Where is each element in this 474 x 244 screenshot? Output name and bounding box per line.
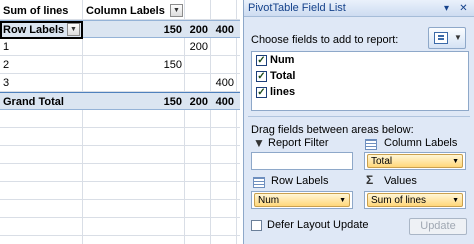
pivottable-field-list: PivotTable Field List ▾ ✕ Choose fields … — [243, 0, 474, 244]
pivot-table: Sum of lines Column Labels ▼ Row Labels … — [0, 0, 240, 244]
chevron-down-icon: ▼ — [70, 26, 77, 33]
value-cell[interactable]: 200 — [184, 38, 208, 56]
column-labels-filter-button[interactable]: ▼ — [170, 4, 183, 17]
field-list-title: PivotTable Field List — [248, 2, 346, 14]
pane-divider[interactable] — [248, 116, 470, 120]
row-label[interactable]: 2 — [3, 56, 9, 74]
row-labels-filter-button[interactable]: ▼ — [67, 23, 80, 36]
empty-row — [0, 146, 240, 164]
row-labels-area-label: Row Labels — [271, 175, 329, 187]
report-filter-label: Report Filter — [268, 137, 329, 149]
defer-layout-checkbox[interactable] — [251, 220, 262, 231]
pivot-caption-row: Sum of lines Column Labels ▼ — [0, 2, 240, 20]
values-area[interactable]: Sum of lines ▼ — [364, 191, 466, 209]
column-header[interactable]: 400 — [210, 21, 234, 39]
pivot-row: 1 200 — [0, 38, 240, 56]
value-cell[interactable]: 150 — [140, 56, 182, 74]
field-list-layout-button[interactable]: ▼ — [428, 27, 466, 49]
grand-total-value[interactable]: 200 — [184, 93, 208, 111]
field-list-title-bar[interactable]: PivotTable Field List ▾ ✕ — [244, 0, 474, 17]
empty-row — [0, 200, 240, 218]
value-cell[interactable]: 400 — [210, 74, 234, 92]
chevron-down-icon: ▼ — [339, 197, 346, 204]
column-labels-icon — [365, 139, 377, 150]
chevron-down-icon: ▼ — [452, 197, 459, 204]
defer-layout-label: Defer Layout Update — [267, 219, 369, 231]
chevron-down-icon: ▼ — [452, 158, 459, 165]
field-checkbox[interactable]: ✓ — [256, 55, 267, 66]
layout-icon — [434, 32, 448, 44]
column-labels-area[interactable]: Total ▼ — [364, 152, 466, 170]
value-cell[interactable] — [210, 38, 234, 56]
empty-row — [0, 110, 240, 128]
values-caption[interactable]: Sum of lines — [3, 2, 68, 20]
field-name: Total — [270, 70, 296, 82]
grand-total-label[interactable]: Grand Total — [3, 93, 64, 111]
empty-row — [0, 128, 240, 146]
pivot-row: 3 400 — [0, 74, 240, 92]
value-cell[interactable] — [140, 74, 182, 92]
empty-row — [0, 164, 240, 182]
column-field-button[interactable]: Total ▼ — [367, 154, 463, 168]
pivot-row: 2 150 — [0, 56, 240, 74]
row-labels-area[interactable]: Num ▼ — [251, 191, 353, 209]
value-cell[interactable] — [140, 38, 182, 56]
sigma-icon: Σ — [366, 173, 374, 187]
field-checkbox[interactable]: ✓ — [256, 71, 267, 82]
empty-row — [0, 182, 240, 200]
value-cell[interactable] — [184, 74, 208, 92]
column-field-label: Total — [371, 156, 393, 167]
column-labels-header[interactable]: Column Labels — [86, 2, 165, 20]
update-button[interactable]: Update — [409, 218, 467, 235]
choose-fields-label: Choose fields to add to report: — [251, 34, 399, 46]
values-field-button[interactable]: Sum of lines ▼ — [367, 193, 463, 207]
value-cell[interactable] — [210, 56, 234, 74]
row-labels-header[interactable]: Row Labels — [3, 21, 64, 39]
values-field-label: Sum of lines — [371, 195, 427, 206]
field-name: lines — [270, 86, 296, 98]
close-icon[interactable]: ✕ — [457, 2, 470, 15]
row-field-label: Num — [258, 195, 280, 206]
field-checkbox[interactable]: ✓ — [256, 87, 267, 98]
drag-fields-label: Drag fields between areas below: — [251, 124, 414, 136]
grand-total-value[interactable]: 400 — [210, 93, 234, 111]
chevron-down-icon: ▼ — [173, 7, 180, 14]
row-label[interactable]: 3 — [3, 74, 9, 92]
filter-icon: ▼ — [253, 136, 265, 150]
report-filter-area[interactable] — [251, 152, 353, 170]
column-header[interactable]: 150 — [140, 21, 182, 39]
row-label[interactable]: 1 — [3, 38, 9, 56]
column-labels-area-label: Column Labels — [384, 137, 458, 149]
pivot-header-row: Row Labels ▼ 150 200 400 — [0, 20, 240, 39]
grand-total-row: Grand Total 150 200 400 — [0, 92, 240, 110]
value-cell[interactable] — [184, 56, 208, 74]
row-field-button[interactable]: Num ▼ — [254, 193, 350, 207]
field-list-box: ✓ Num ✓ Total ✓ lines — [251, 51, 469, 111]
column-header[interactable]: 200 — [184, 21, 208, 39]
chevron-down-icon[interactable]: ▾ — [440, 2, 453, 15]
field-name: Num — [270, 54, 295, 66]
chevron-down-icon: ▼ — [454, 33, 462, 42]
grand-total-value[interactable]: 150 — [140, 93, 182, 111]
values-area-label: Values — [384, 175, 417, 187]
row-labels-icon — [253, 177, 265, 188]
empty-row — [0, 218, 240, 236]
